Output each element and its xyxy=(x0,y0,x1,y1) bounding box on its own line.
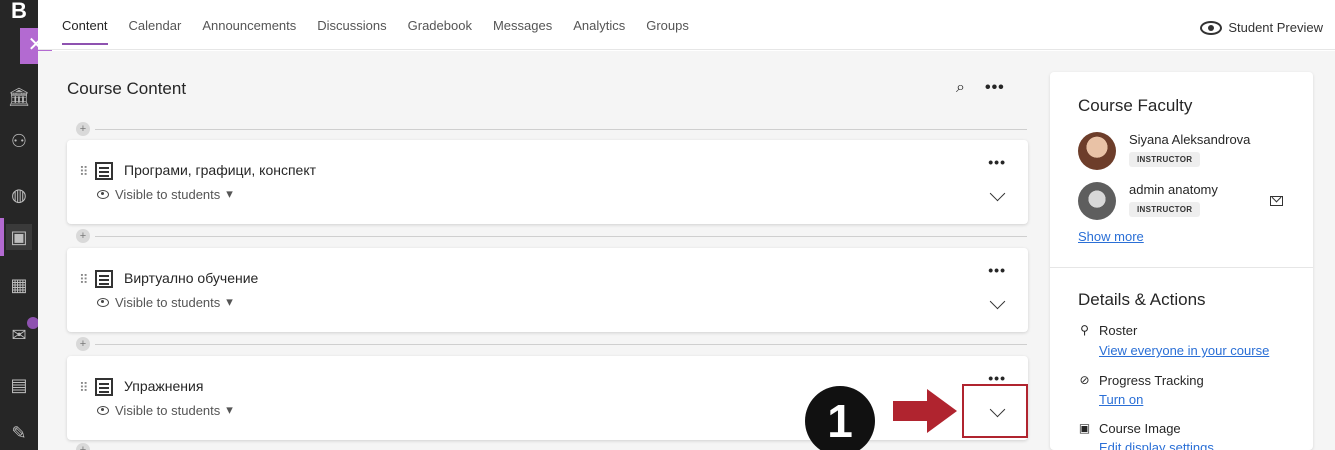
tab-announcements[interactable]: Announcements xyxy=(202,18,296,45)
content-item-title[interactable]: Виртуално обучение xyxy=(124,270,258,286)
item-more-icon[interactable]: ••• xyxy=(988,154,1006,170)
arrow-right-icon xyxy=(927,389,957,433)
course-tabs: Content Calendar Announcements Discussio… xyxy=(62,18,689,45)
caret-down-icon: ▾ xyxy=(226,186,233,201)
tab-gradebook[interactable]: Gradebook xyxy=(408,18,472,45)
blackboard-logo: B xyxy=(11,0,27,23)
add-content-icon[interactable]: + xyxy=(76,122,90,136)
search-icon[interactable]: ⌕ xyxy=(956,79,965,97)
tab-discussions[interactable]: Discussions xyxy=(317,18,386,45)
content-more-icon[interactable]: ••• xyxy=(985,79,1005,97)
course-image-action: ▣ Course Image xyxy=(1078,421,1181,436)
tools-icon[interactable]: ✎ xyxy=(6,420,32,446)
details-actions-title: Details & Actions xyxy=(1078,290,1206,309)
course-image-label: Course Image xyxy=(1099,421,1181,436)
visibility-label: Visible to students xyxy=(115,186,221,202)
drag-handle-icon[interactable]: ⠿ xyxy=(79,164,89,180)
image-icon: ▣ xyxy=(1078,421,1091,435)
visibility-label: Visible to students xyxy=(115,402,221,418)
caret-down-icon: ▾ xyxy=(226,294,233,309)
role-badge: INSTRUCTOR xyxy=(1129,202,1201,217)
view-roster-link[interactable]: View everyone in your course xyxy=(1099,343,1269,358)
eye-icon xyxy=(97,297,109,307)
student-preview-label: Student Preview xyxy=(1228,20,1323,35)
courses-icon[interactable]: ▣ xyxy=(0,218,32,256)
faculty-name[interactable]: Siyana Aleksandrova xyxy=(1129,132,1250,147)
check-circle-icon: ⊘ xyxy=(1079,373,1090,387)
add-content-divider[interactable]: + xyxy=(67,122,1027,136)
faculty-name[interactable]: admin anatomy xyxy=(1129,182,1218,197)
avatar[interactable] xyxy=(1078,132,1116,170)
role-badge: INSTRUCTOR xyxy=(1129,152,1201,167)
folder-document-icon xyxy=(95,270,113,288)
roster-label: Roster xyxy=(1099,323,1138,338)
show-more-link[interactable]: Show more xyxy=(1078,229,1144,244)
add-content-divider[interactable]: + xyxy=(67,443,1027,450)
tab-messages[interactable]: Messages xyxy=(493,18,552,45)
mail-icon[interactable] xyxy=(1270,196,1283,206)
visibility-dropdown[interactable]: Visible to students ▾ xyxy=(97,294,233,310)
folder-document-icon xyxy=(95,162,113,180)
student-preview-icon xyxy=(1200,20,1223,35)
progress-tracking-action: ⊘ Progress Tracking xyxy=(1078,373,1204,388)
student-preview-button[interactable]: Student Preview xyxy=(1200,20,1323,35)
content-item[interactable]: ⠿ Упражнения Visible to students ▾ ••• xyxy=(67,356,1028,440)
avatar[interactable] xyxy=(1078,182,1116,220)
edit-display-settings-link[interactable]: Edit display settings xyxy=(1099,440,1214,450)
content-item[interactable]: ⠿ Програми, графици, конспект Visible to… xyxy=(67,140,1028,224)
course-top-nav: Content Calendar Announcements Discussio… xyxy=(38,0,1335,50)
tab-groups[interactable]: Groups xyxy=(646,18,689,45)
tab-content[interactable]: Content xyxy=(62,18,108,45)
chevron-down-icon[interactable] xyxy=(989,293,1006,310)
add-content-divider[interactable]: + xyxy=(67,229,1027,243)
highlight-box xyxy=(962,384,1028,438)
content-tools: ⌕ ••• xyxy=(956,79,1005,97)
turn-on-link[interactable]: Turn on xyxy=(1099,392,1143,407)
add-content-icon[interactable]: + xyxy=(76,337,90,351)
roster-icon: ⚲ xyxy=(1080,323,1089,337)
visibility-dropdown[interactable]: Visible to students ▾ xyxy=(97,402,233,418)
step-number-badge: 1 xyxy=(805,386,875,450)
content-item[interactable]: ⠿ Виртуално обучение Visible to students… xyxy=(67,248,1028,332)
course-faculty-title: Course Faculty xyxy=(1078,96,1193,115)
tab-analytics[interactable]: Analytics xyxy=(573,18,625,45)
tab-calendar[interactable]: Calendar xyxy=(129,18,182,45)
roster-action: ⚲ Roster xyxy=(1078,323,1137,338)
calendar-icon[interactable]: ▦ xyxy=(6,272,32,298)
progress-tracking-label: Progress Tracking xyxy=(1099,373,1204,388)
panel-divider xyxy=(1050,267,1313,268)
profile-icon[interactable]: ⚇ xyxy=(6,128,32,154)
globe-icon[interactable]: ◍ xyxy=(6,182,32,208)
course-content-area: Course Content ⌕ ••• + ⠿ Програми, графи… xyxy=(38,51,1335,450)
eye-icon xyxy=(97,189,109,199)
visibility-label: Visible to students xyxy=(115,294,221,310)
add-content-icon[interactable]: + xyxy=(76,443,90,450)
visibility-dropdown[interactable]: Visible to students ▾ xyxy=(97,186,233,202)
drag-handle-icon[interactable]: ⠿ xyxy=(79,272,89,288)
page-title: Course Content xyxy=(67,79,187,98)
grades-icon[interactable]: ▤ xyxy=(6,372,32,398)
eye-icon xyxy=(97,405,109,415)
course-details-panel: Course Faculty Siyana Aleksandrova INSTR… xyxy=(1050,72,1313,450)
chevron-down-icon[interactable] xyxy=(989,185,1006,202)
institution-icon[interactable]: 🏛 xyxy=(6,84,32,110)
arrow-shaft xyxy=(893,401,929,421)
add-content-divider[interactable]: + xyxy=(67,337,1027,351)
left-rail: B ✕ 🏛 ⚇ ◍ ▣ ▦ ✉ ▤ ✎ xyxy=(0,0,52,450)
content-item-title[interactable]: Упражнения xyxy=(124,378,203,394)
add-content-icon[interactable]: + xyxy=(76,229,90,243)
drag-handle-icon[interactable]: ⠿ xyxy=(79,380,89,396)
folder-document-icon xyxy=(95,378,113,396)
caret-down-icon: ▾ xyxy=(226,402,233,417)
item-more-icon[interactable]: ••• xyxy=(988,262,1006,278)
content-item-title[interactable]: Програми, графици, конспект xyxy=(124,162,316,178)
